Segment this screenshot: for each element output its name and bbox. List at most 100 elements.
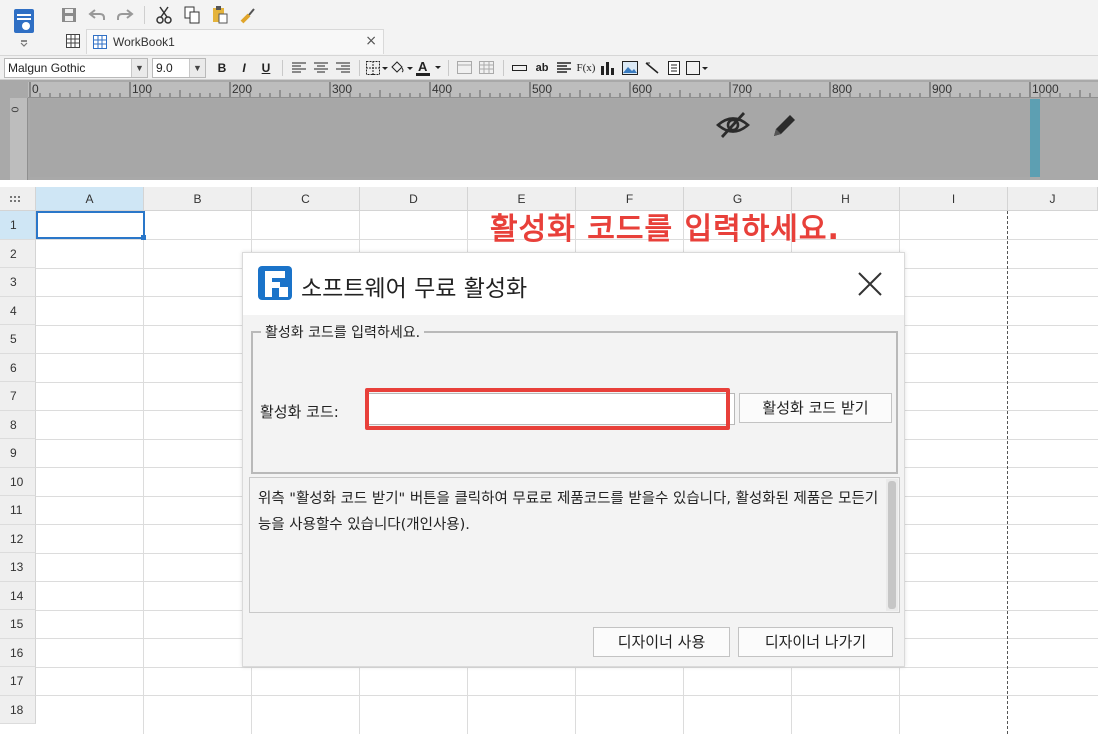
chevron-down-icon[interactable]: ▼ — [131, 59, 147, 77]
vertical-ruler-zero: 0 — [10, 106, 22, 113]
cut-icon[interactable] — [153, 5, 175, 25]
pencil-icon[interactable] — [768, 110, 800, 146]
column-header[interactable]: A — [36, 187, 144, 211]
new-sheet-icon[interactable] — [66, 33, 80, 52]
ruler-tick-label: 600 — [632, 82, 653, 96]
activation-dialog: 소프트웨어 무료 활성화 활성화 코드를 입력하세요. 활성화 코드: 활성화 … — [242, 252, 905, 667]
use-designer-button[interactable]: 디자이너 사용 — [593, 627, 730, 657]
row-header[interactable]: 3 — [0, 268, 36, 297]
font-size-value: 9.0 — [156, 61, 173, 75]
row-header[interactable]: 12 — [0, 524, 36, 553]
toolbar-separator — [282, 60, 283, 76]
align-center-icon[interactable] — [311, 58, 331, 78]
top-toolbar: WorkBook1 × — [0, 0, 1098, 56]
paragraph-icon[interactable] — [554, 58, 574, 78]
row-header[interactable]: 2 — [0, 239, 36, 268]
textbox-icon[interactable] — [510, 58, 530, 78]
frame-icon[interactable] — [686, 58, 708, 78]
band-resize-handle[interactable] — [1030, 99, 1040, 177]
font-family-select[interactable]: Malgun Gothic ▼ — [4, 58, 148, 78]
row-header[interactable]: 7 — [0, 382, 36, 411]
scrollbar-thumb[interactable] — [888, 481, 896, 609]
ruler-tick-label: 400 — [432, 82, 453, 96]
image-icon[interactable] — [620, 58, 640, 78]
fill-handle[interactable] — [141, 235, 146, 240]
column-header[interactable]: J — [1008, 187, 1098, 211]
align-right-icon[interactable] — [333, 58, 353, 78]
report-band[interactable] — [30, 99, 1030, 177]
eye-off-icon[interactable] — [716, 110, 750, 144]
document-icon[interactable] — [664, 58, 684, 78]
app-logo-icon — [257, 265, 293, 305]
row-header[interactable]: 11 — [0, 496, 36, 525]
bold-button[interactable]: B — [212, 58, 232, 78]
horizontal-ruler: 0 100 200 300 400 500 600 700 800 900 10… — [28, 82, 1098, 98]
line-icon[interactable] — [642, 58, 662, 78]
activation-code-input[interactable] — [365, 393, 735, 425]
row-header[interactable]: 10 — [0, 467, 36, 496]
ruler-tick-label: 800 — [832, 82, 853, 96]
format-painter-icon[interactable] — [237, 5, 259, 25]
row-header[interactable]: 4 — [0, 296, 36, 325]
selected-cell[interactable] — [36, 211, 145, 239]
activation-code-label: 활성화 코드: — [260, 403, 339, 421]
copy-icon[interactable] — [181, 5, 203, 25]
row-header[interactable]: 13 — [0, 553, 36, 582]
text-ab-button[interactable]: ab — [532, 58, 552, 78]
exit-designer-button[interactable]: 디자이너 나가기 — [738, 627, 893, 657]
italic-button[interactable]: I — [234, 58, 254, 78]
ruler-tick-label: 200 — [232, 82, 253, 96]
workbook-icon — [93, 35, 107, 49]
ruler-tick-label: 700 — [732, 82, 753, 96]
formula-button[interactable]: F(x) — [576, 58, 596, 78]
column-header[interactable]: I — [900, 187, 1008, 211]
column-header[interactable]: B — [144, 187, 252, 211]
ruler-tick-label: 500 — [532, 82, 553, 96]
dialog-title: 소프트웨어 무료 활성화 — [301, 276, 528, 302]
app-menu-icon[interactable] — [8, 6, 40, 48]
row-header[interactable]: 1 — [0, 211, 36, 240]
fill-color-icon[interactable] — [390, 58, 414, 78]
chart-icon[interactable] — [598, 58, 618, 78]
font-family-value: Malgun Gothic — [8, 61, 86, 75]
unmerge-cells-icon[interactable] — [477, 58, 497, 78]
instruction-annotation: 활성화 코드를 입력하세요. — [490, 212, 840, 247]
report-designer-area: 0 100 200 300 400 500 600 700 800 900 10… — [0, 80, 1098, 180]
ruler-tick-label: 900 — [932, 82, 953, 96]
paste-icon[interactable] — [209, 5, 231, 25]
scrollbar[interactable] — [886, 479, 898, 611]
column-header[interactable]: C — [252, 187, 360, 211]
row-header[interactable]: 16 — [0, 638, 36, 667]
close-icon[interactable] — [855, 269, 885, 299]
dialog-title-bar: 소프트웨어 무료 활성화 — [243, 253, 904, 315]
undo-icon[interactable] — [86, 5, 108, 25]
grid-line — [143, 211, 144, 734]
select-all-corner[interactable] — [0, 187, 36, 211]
row-header[interactable]: 15 — [0, 610, 36, 639]
underline-button[interactable]: U — [256, 58, 276, 78]
grid-line — [36, 695, 1098, 696]
font-color-icon[interactable]: A — [416, 58, 442, 78]
row-header[interactable]: 9 — [0, 439, 36, 468]
page-break-line — [1007, 211, 1008, 734]
format-toolbar: Malgun Gothic ▼ 9.0 ▼ B I U A ab F(x) — [0, 56, 1098, 80]
merge-cells-icon[interactable] — [455, 58, 475, 78]
tab-close-icon[interactable]: × — [365, 33, 377, 49]
row-header[interactable]: 18 — [0, 695, 36, 724]
row-header[interactable]: 6 — [0, 353, 36, 382]
column-header[interactable]: D — [360, 187, 468, 211]
border-icon[interactable] — [366, 58, 388, 78]
font-size-select[interactable]: 9.0 ▼ — [152, 58, 206, 78]
ruler-tick-label: 0 — [32, 82, 39, 96]
tab-workbook[interactable]: WorkBook1 × — [86, 29, 384, 54]
align-left-icon[interactable] — [289, 58, 309, 78]
redo-icon[interactable] — [114, 5, 136, 25]
get-activation-code-button[interactable]: 활성화 코드 받기 — [739, 393, 892, 423]
row-header[interactable]: 5 — [0, 325, 36, 354]
row-header[interactable]: 17 — [0, 667, 36, 696]
row-header[interactable]: 8 — [0, 410, 36, 439]
chevron-down-icon[interactable]: ▼ — [189, 59, 205, 77]
format-buttons: B I U A ab F(x) — [212, 58, 708, 78]
save-icon[interactable] — [58, 5, 80, 25]
row-header[interactable]: 14 — [0, 581, 36, 610]
